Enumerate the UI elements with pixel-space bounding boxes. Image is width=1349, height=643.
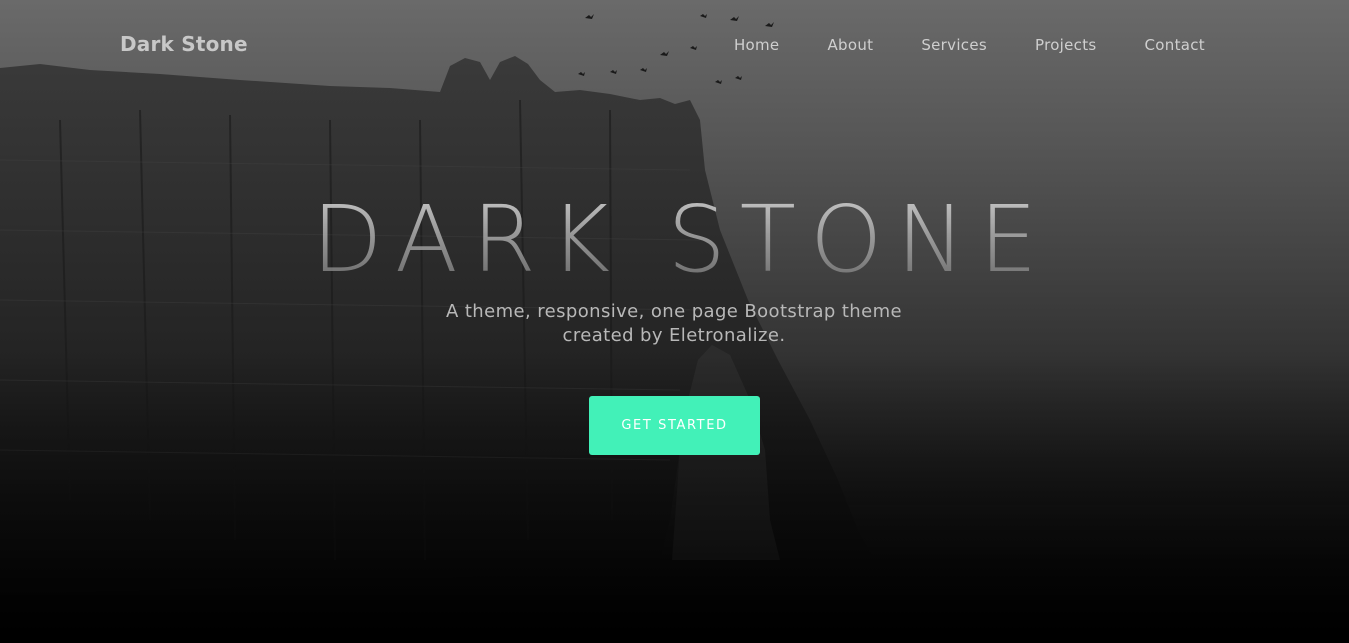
top-navbar: Dark Stone Home About Services Projects … (0, 0, 1349, 90)
nav-item-contact: Contact (1145, 35, 1205, 54)
hero-subtitle: A theme, responsive, one page Bootstrap … (446, 301, 902, 346)
nav-link-home[interactable]: Home (734, 36, 780, 54)
nav-link-contact[interactable]: Contact (1145, 36, 1205, 54)
get-started-button[interactable]: GET STARTED (589, 396, 760, 455)
brand-logo-link[interactable]: Dark Stone (120, 32, 248, 56)
nav-menu: Home About Services Projects Contact (686, 35, 1205, 54)
nav-item-projects: Projects (1035, 35, 1097, 54)
nav-link-services[interactable]: Services (921, 36, 987, 54)
hero-title: DARK STONE (0, 190, 1349, 290)
nav-item-services: Services (921, 35, 987, 54)
nav-item-home: Home (734, 35, 780, 54)
nav-link-about[interactable]: About (827, 36, 873, 54)
nav-link-projects[interactable]: Projects (1035, 36, 1097, 54)
hero-section: Dark Stone Home About Services Projects … (0, 0, 1349, 643)
nav-item-about: About (827, 35, 873, 54)
